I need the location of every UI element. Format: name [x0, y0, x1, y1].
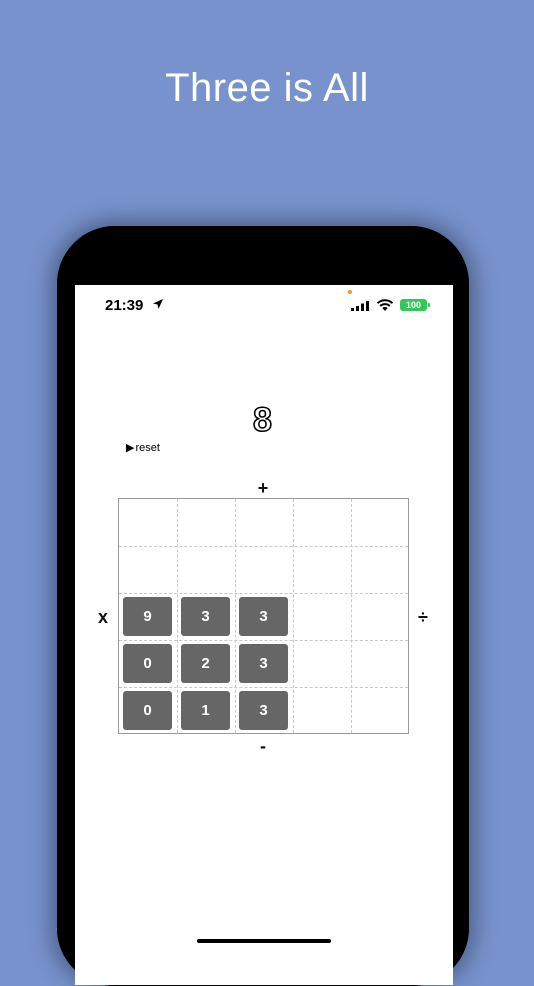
privacy-indicator-icon	[348, 290, 352, 294]
tile[interactable]: 3	[181, 597, 230, 636]
grid-line	[119, 546, 408, 547]
tile[interactable]: 9	[123, 597, 172, 636]
location-arrow-icon	[153, 299, 163, 309]
op-multiply: x	[97, 607, 108, 627]
tile[interactable]: 3	[239, 691, 288, 730]
home-indicator[interactable]	[197, 939, 331, 943]
tile[interactable]: 3	[239, 597, 288, 636]
grid-line	[293, 499, 294, 733]
grid-line	[119, 593, 408, 594]
op-plus: +	[257, 478, 269, 498]
game-board[interactable]: 9 3 3 0 2 3 0 1 3	[118, 498, 409, 734]
play-icon: ▶	[126, 442, 135, 454]
status-time: 21:39	[105, 297, 144, 314]
reset-button[interactable]: ▶ reset	[126, 441, 160, 455]
tile[interactable]: 1	[181, 691, 230, 730]
phone-screen: 21:39 100 8 ▶ reset + x ÷ - 9 3 3 0 2 3 …	[75, 285, 453, 985]
tile[interactable]: 2	[181, 644, 230, 683]
tile[interactable]: 3	[239, 644, 288, 683]
tile[interactable]: 0	[123, 644, 172, 683]
op-minus: -	[260, 736, 266, 756]
wifi-icon	[376, 299, 394, 311]
op-divide: ÷	[418, 607, 428, 627]
battery-icon: 100	[400, 299, 427, 311]
grid-line	[119, 687, 408, 688]
headline: Three is All	[165, 66, 369, 110]
grid-line	[351, 499, 352, 733]
cellular-signal-icon	[351, 301, 369, 311]
grid-line	[235, 499, 236, 733]
grid-line	[177, 499, 178, 733]
grid-line	[119, 640, 408, 641]
tile[interactable]: 0	[123, 691, 172, 730]
battery-tip	[428, 303, 430, 307]
reset-label: reset	[135, 441, 160, 454]
score: 8	[252, 400, 273, 440]
